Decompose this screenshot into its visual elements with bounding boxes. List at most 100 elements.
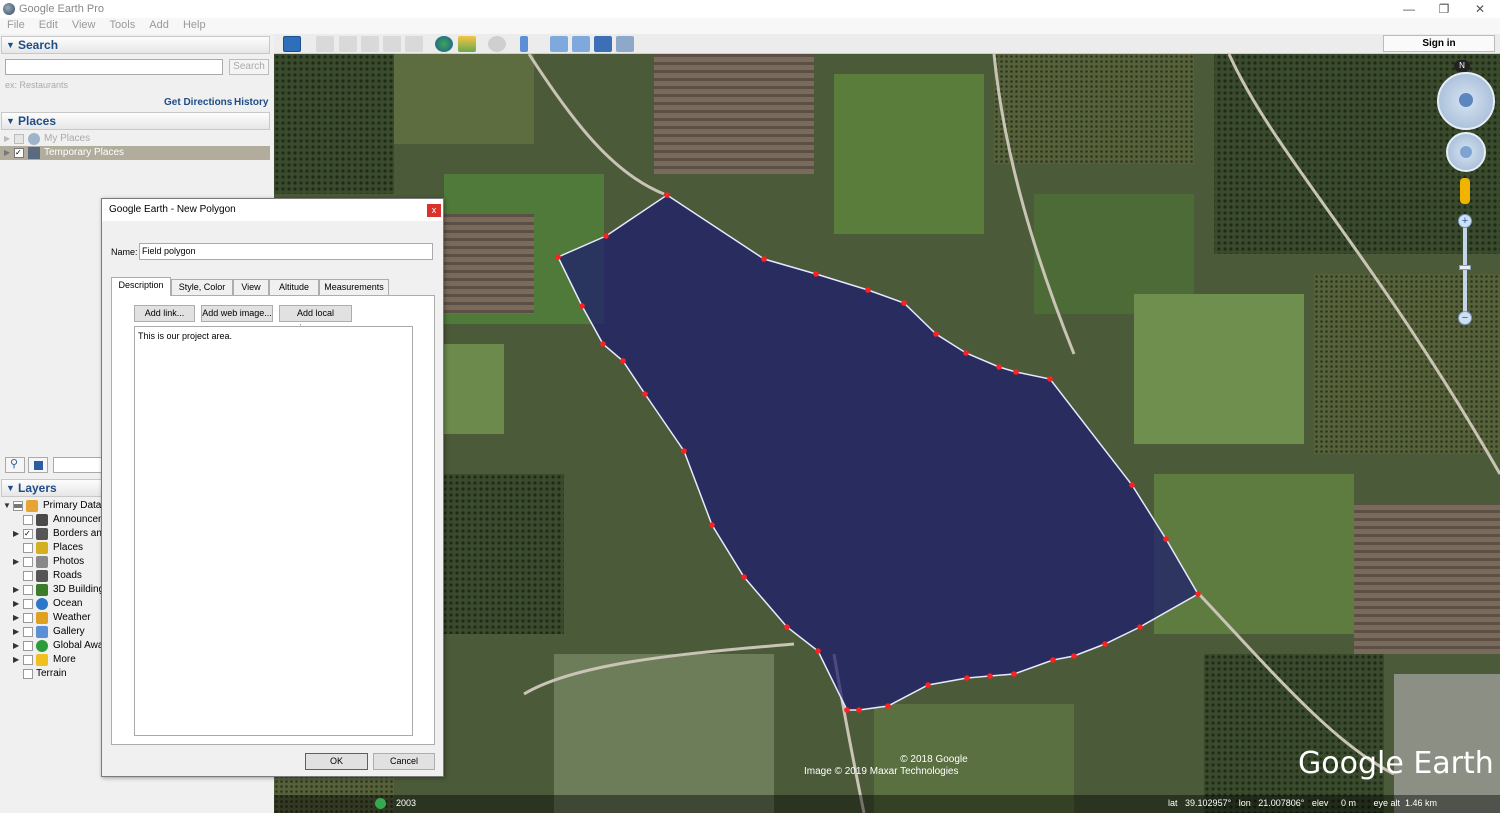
expand-arrow-icon[interactable]: ▼ — [3, 499, 11, 513]
add-link-button[interactable]: Add link... — [134, 305, 195, 322]
polygon-vertex[interactable] — [865, 287, 871, 293]
email-icon[interactable] — [550, 36, 568, 52]
layer-item[interactable]: ▼ Primary Datab — [0, 499, 102, 513]
polygon-vertex[interactable] — [642, 391, 648, 397]
layer-checkbox[interactable] — [23, 613, 33, 623]
menu-edit[interactable]: Edit — [39, 18, 58, 31]
placemark-icon[interactable] — [316, 36, 334, 52]
split-view-button[interactable] — [28, 457, 48, 473]
expand-arrow-icon[interactable]: ▶ — [13, 527, 19, 541]
polygon-vertex[interactable] — [1050, 657, 1056, 663]
tab-altitude[interactable]: Altitude — [269, 279, 319, 295]
search-panel-header[interactable]: Search — [1, 36, 270, 54]
print-icon[interactable] — [572, 36, 590, 52]
expand-arrow-icon[interactable]: ▶ — [13, 611, 19, 625]
tab-view[interactable]: View — [233, 279, 269, 295]
polygon-vertex[interactable] — [709, 522, 715, 528]
expand-arrow-icon[interactable]: ▶ — [13, 625, 19, 639]
polygon-vertex[interactable] — [1195, 591, 1201, 597]
layer-checkbox[interactable] — [23, 571, 33, 581]
layer-checkbox[interactable] — [23, 669, 33, 679]
polygon-vertex[interactable] — [741, 574, 747, 580]
layer-item[interactable]: ▶ Photos — [0, 555, 102, 569]
layer-item[interactable]: ▶ More — [0, 653, 102, 667]
layer-item[interactable]: ▶ Gallery — [0, 625, 102, 639]
tab-description[interactable]: Description — [111, 277, 171, 296]
sign-in-button[interactable]: Sign in — [1383, 35, 1495, 52]
polygon-vertex[interactable] — [784, 624, 790, 630]
add-local-image-button[interactable]: Add local image... — [279, 305, 352, 333]
layer-checkbox[interactable] — [23, 627, 33, 637]
dialog-close-button[interactable]: x — [427, 204, 441, 217]
polygon-vertex[interactable] — [664, 192, 670, 198]
save-image-icon[interactable] — [616, 36, 634, 52]
minimize-button[interactable]: — — [1394, 1, 1424, 17]
sidebar-toggle-icon[interactable] — [283, 36, 301, 52]
polygon-vertex[interactable] — [1129, 482, 1135, 488]
layer-item[interactable]: ▶ Global Awar — [0, 639, 102, 653]
polygon-vertex[interactable] — [761, 256, 767, 262]
layer-item[interactable]: Terrain — [0, 667, 102, 681]
polygon-vertex[interactable] — [681, 448, 687, 454]
polygon-vertex[interactable] — [813, 271, 819, 277]
expand-arrow-icon[interactable]: ▶ — [13, 555, 19, 569]
get-directions-link[interactable]: Get Directions — [164, 97, 232, 108]
polygon-vertex[interactable] — [1013, 369, 1019, 375]
polygon-vertex[interactable] — [603, 233, 609, 239]
polygon-vertex[interactable] — [964, 675, 970, 681]
polygon-vertex[interactable] — [1071, 653, 1077, 659]
layer-item[interactable]: ▶ 3D Building: — [0, 583, 102, 597]
search-input[interactable] — [5, 59, 223, 75]
tree-item-temporary-places[interactable]: ▶ ✓ Temporary Places — [0, 146, 270, 160]
map-view[interactable]: Google Earth N + − © 2018 Google Image ©… — [274, 54, 1500, 813]
description-textarea[interactable]: This is our project area. — [134, 326, 413, 736]
cancel-button[interactable]: Cancel — [373, 753, 435, 770]
tab-measurements[interactable]: Measurements — [319, 279, 389, 295]
places-panel-header[interactable]: Places — [1, 112, 270, 130]
polygon-vertex[interactable] — [1163, 536, 1169, 542]
layer-item[interactable]: Roads — [0, 569, 102, 583]
ok-button[interactable]: OK — [305, 753, 368, 770]
zoom-in-icon[interactable]: + — [1458, 214, 1472, 228]
name-input[interactable]: Field polygon — [139, 243, 433, 260]
polygon-vertex[interactable] — [620, 358, 626, 364]
menu-add[interactable]: Add — [149, 18, 169, 31]
layer-checkbox[interactable] — [23, 515, 33, 525]
historical-imagery-clock-icon[interactable] — [375, 798, 386, 809]
layer-checkbox[interactable] — [23, 543, 33, 553]
layer-checkbox[interactable]: ✓ — [23, 529, 33, 539]
layer-item[interactable]: ▶ Ocean — [0, 597, 102, 611]
polygon-vertex[interactable] — [856, 707, 862, 713]
polygon-vertex[interactable] — [1137, 624, 1143, 630]
ruler-icon[interactable] — [520, 36, 528, 52]
image-overlay-icon[interactable] — [383, 36, 401, 52]
zoom-control[interactable]: + − — [1458, 214, 1472, 326]
compass-north[interactable]: N — [1454, 60, 1470, 72]
pegman-icon[interactable] — [1460, 178, 1470, 204]
polygon-vertex[interactable] — [933, 331, 939, 337]
polygon-vertex[interactable] — [1047, 376, 1053, 382]
layer-checkbox[interactable] — [23, 557, 33, 567]
tree-item-my-places[interactable]: ▶ My Places — [0, 132, 270, 146]
expand-arrow-icon[interactable]: ▶ — [13, 639, 19, 653]
record-tour-icon[interactable] — [405, 36, 423, 52]
polygon-vertex[interactable] — [901, 300, 907, 306]
polygon-vertex[interactable] — [996, 364, 1002, 370]
history-link[interactable]: History — [234, 97, 268, 108]
tab-style-color[interactable]: Style, Color — [171, 279, 233, 295]
sunlight-icon[interactable] — [458, 36, 476, 52]
polygon-vertex[interactable] — [844, 707, 850, 713]
menu-view[interactable]: View — [72, 18, 96, 31]
polygon-vertex[interactable] — [555, 254, 561, 260]
layer-checkbox[interactable] — [23, 641, 33, 651]
menu-tools[interactable]: Tools — [110, 18, 136, 31]
polygon-vertex[interactable] — [885, 703, 891, 709]
layer-item[interactable]: ▶ Weather — [0, 611, 102, 625]
layer-checkbox[interactable] — [13, 501, 23, 511]
path-icon[interactable] — [361, 36, 379, 52]
polygon-vertex[interactable] — [1102, 641, 1108, 647]
google-maps-icon[interactable] — [594, 36, 612, 52]
layer-item[interactable]: Announcem — [0, 513, 102, 527]
menu-file[interactable]: File — [7, 18, 25, 31]
layer-item[interactable]: ▶ ✓ Borders and — [0, 527, 102, 541]
